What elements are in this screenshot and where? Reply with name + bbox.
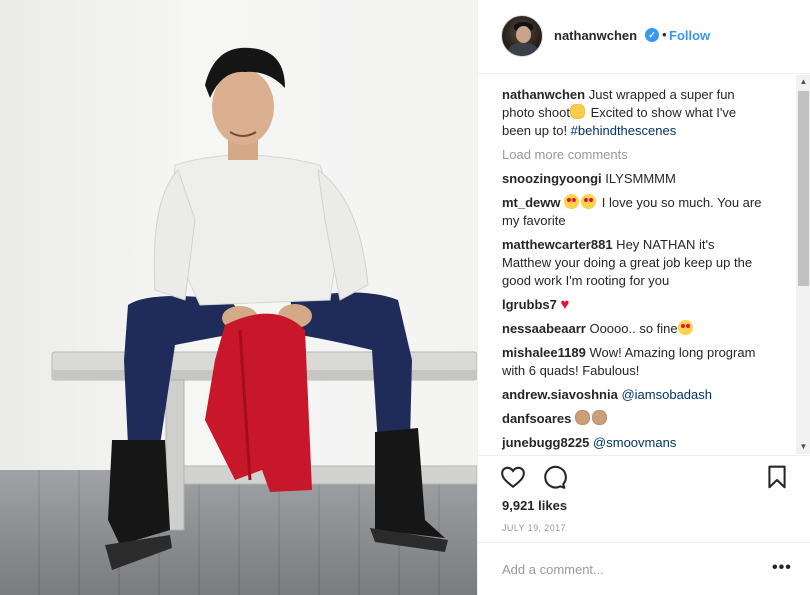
clapping-hands-emoji-icon xyxy=(592,410,607,425)
scrollbar-thumb[interactable] xyxy=(798,91,809,286)
load-more-comments-button[interactable]: Load more comments xyxy=(502,147,796,162)
post-header: nathanwchen ✓ • Follow xyxy=(478,0,810,74)
caption-username[interactable]: nathanwchen xyxy=(502,87,585,102)
list-item: lgrubbs7 ♥ xyxy=(502,296,766,314)
comment-username[interactable]: lgrubbs7 xyxy=(502,297,557,312)
caption: nathanwchen Just wrapped a super fun pho… xyxy=(502,87,737,138)
action-bar xyxy=(478,455,810,495)
list-item: junebugg8225 @smoovmans xyxy=(502,434,766,452)
mention-link[interactable]: @iamsobadash xyxy=(621,387,712,402)
heart-eyes-emoji-icon xyxy=(581,194,597,209)
comment-username[interactable]: mt_deww xyxy=(502,195,561,210)
post-date: JULY 19, 2017 xyxy=(502,523,566,533)
separator-dot: • xyxy=(662,27,667,42)
heart-eyes-emoji-icon xyxy=(564,194,580,209)
list-item: danfsoares xyxy=(502,410,766,428)
follow-button[interactable]: Follow xyxy=(669,28,710,43)
comment-username[interactable]: junebugg8225 xyxy=(502,435,589,450)
like-heart-icon[interactable] xyxy=(500,464,526,490)
comment-username[interactable]: danfsoares xyxy=(502,411,571,426)
scroll-up-arrow-icon[interactable]: ▲ xyxy=(796,75,810,89)
verified-badge-icon: ✓ xyxy=(645,28,659,42)
list-item: mishalee1189 Wow! Amazing long program w… xyxy=(502,345,756,378)
red-heart-emoji-icon: ♥ xyxy=(560,296,570,313)
pointing-hand-emoji-icon xyxy=(569,104,585,119)
comments-scrollbar[interactable]: ▲ ▼ xyxy=(796,75,810,454)
add-comment-bar: ••• xyxy=(478,542,810,595)
more-options-icon[interactable]: ••• xyxy=(772,559,792,577)
list-item: snoozingyoongi ILYSMMMM xyxy=(502,171,676,186)
skater-illustration xyxy=(51,47,477,570)
post-photo[interactable] xyxy=(0,0,477,595)
avatar[interactable] xyxy=(501,15,543,57)
comment-username[interactable]: nessaabeaarr xyxy=(502,321,586,336)
comment-bubble-icon[interactable] xyxy=(541,464,567,490)
hashtag-link[interactable]: #behindthescenes xyxy=(571,123,677,138)
comment-username[interactable]: mishalee1189 xyxy=(502,345,586,360)
comment-username[interactable]: andrew.siavoshnia xyxy=(502,387,618,402)
list-item: andrew.siavoshnia @iamsobadash xyxy=(502,386,766,404)
scroll-down-arrow-icon[interactable]: ▼ xyxy=(796,440,810,454)
comment-username[interactable]: matthewcarter881 xyxy=(502,237,613,252)
bookmark-icon[interactable] xyxy=(764,464,790,490)
comments-list: nathanwchen Just wrapped a super fun pho… xyxy=(478,75,796,454)
list-item: nessaabeaarr Ooooo.. so fine xyxy=(502,320,766,338)
clapping-hands-emoji-icon xyxy=(575,410,590,425)
list-item: matthewcarter881 Hey NATHAN it's Matthew… xyxy=(502,237,753,288)
mention-link[interactable]: @smoovmans xyxy=(593,435,676,450)
post-panel: nathanwchen ✓ • Follow nathanwchen Just … xyxy=(477,0,810,595)
comment-username[interactable]: snoozingyoongi xyxy=(502,171,602,186)
heart-eyes-emoji-icon xyxy=(677,320,693,335)
add-comment-input[interactable] xyxy=(502,562,752,577)
header-username[interactable]: nathanwchen xyxy=(554,28,637,43)
likes-count[interactable]: 9,921 likes xyxy=(502,498,567,513)
list-item: mt_deww I love you so much. You are my f… xyxy=(502,194,762,228)
